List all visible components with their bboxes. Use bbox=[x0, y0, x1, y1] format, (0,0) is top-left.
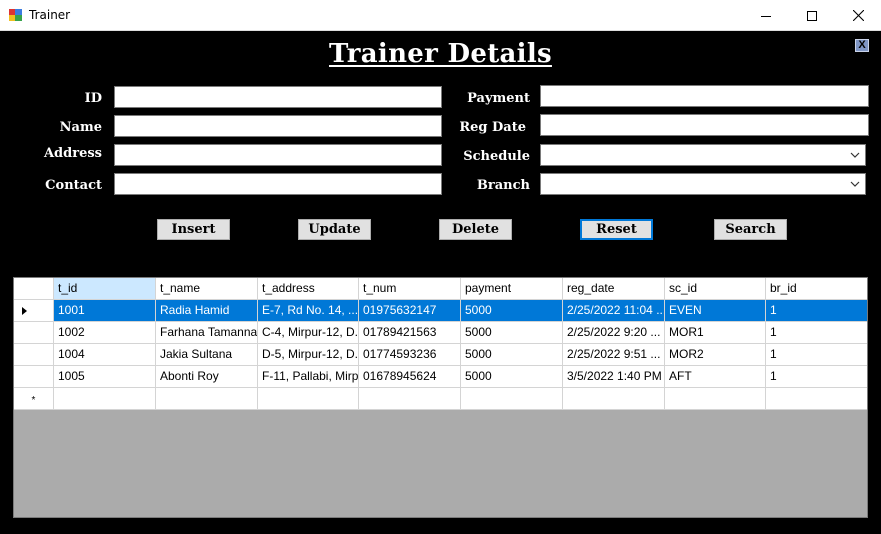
app-icon bbox=[9, 9, 22, 21]
row-header[interactable] bbox=[14, 344, 54, 366]
new-row-marker: * bbox=[14, 388, 54, 410]
table-cell[interactable] bbox=[156, 388, 258, 410]
table-cell[interactable]: AFT bbox=[665, 366, 766, 388]
column-header[interactable]: sc_id bbox=[665, 278, 766, 300]
row-header[interactable] bbox=[14, 322, 54, 344]
table-cell[interactable]: 01789421563 bbox=[359, 322, 461, 344]
table-cell[interactable]: 5000 bbox=[461, 344, 563, 366]
maximize-button[interactable] bbox=[789, 0, 835, 31]
chevron-down-icon bbox=[850, 152, 860, 158]
table-cell[interactable]: 1 bbox=[766, 344, 867, 366]
table-row[interactable]: 1004 Jakia Sultana D-5, Mirpur-12, D... … bbox=[14, 344, 867, 366]
table-cell[interactable]: 5000 bbox=[461, 366, 563, 388]
table-cell[interactable]: 1 bbox=[766, 366, 867, 388]
table-cell[interactable]: 1002 bbox=[54, 322, 156, 344]
table-cell[interactable]: D-5, Mirpur-12, D... bbox=[258, 344, 359, 366]
table-cell[interactable]: 1 bbox=[766, 300, 867, 322]
address-input[interactable] bbox=[114, 144, 442, 166]
maximize-icon bbox=[807, 10, 817, 21]
table-cell[interactable] bbox=[461, 388, 563, 410]
table-cell[interactable]: Abonti Roy bbox=[156, 366, 258, 388]
table-cell[interactable]: F-11, Pallabi, Mirp... bbox=[258, 366, 359, 388]
new-row[interactable]: * bbox=[14, 388, 867, 410]
table-cell[interactable]: Farhana Tamanna bbox=[156, 322, 258, 344]
update-button[interactable]: Update bbox=[298, 219, 371, 240]
column-header[interactable]: br_id bbox=[766, 278, 867, 300]
table-cell[interactable] bbox=[359, 388, 461, 410]
table-cell[interactable]: 5000 bbox=[461, 322, 563, 344]
row-header-corner bbox=[14, 278, 54, 300]
close-icon bbox=[852, 10, 864, 21]
table-cell[interactable]: Radia Hamid bbox=[156, 300, 258, 322]
table-cell[interactable]: Jakia Sultana bbox=[156, 344, 258, 366]
address-label: Address bbox=[43, 146, 102, 161]
page-title: Trainer Details bbox=[329, 39, 552, 69]
table-row[interactable]: 1002 Farhana Tamanna C-4, Mirpur-12, D..… bbox=[14, 322, 867, 344]
payment-label: Payment bbox=[467, 91, 530, 106]
table-cell[interactable]: 1001 bbox=[54, 300, 156, 322]
table-cell[interactable]: 01678945624 bbox=[359, 366, 461, 388]
table-cell[interactable]: 1005 bbox=[54, 366, 156, 388]
table-cell[interactable] bbox=[665, 388, 766, 410]
reg-date-input[interactable] bbox=[540, 114, 869, 136]
id-input[interactable] bbox=[114, 86, 442, 108]
table-cell[interactable]: EVEN bbox=[665, 300, 766, 322]
close-button[interactable] bbox=[835, 0, 881, 31]
table-row[interactable]: 1001 Radia Hamid E-7, Rd No. 14, ... 019… bbox=[14, 300, 867, 322]
minimize-icon bbox=[761, 15, 771, 17]
current-row-arrow-icon bbox=[22, 307, 27, 315]
branch-label: Branch bbox=[476, 178, 530, 193]
table-cell[interactable]: MOR2 bbox=[665, 344, 766, 366]
id-label: ID bbox=[84, 91, 102, 106]
chevron-down-icon bbox=[850, 181, 860, 187]
trainer-grid[interactable]: t_id t_name t_address t_num payment reg_… bbox=[13, 277, 868, 518]
table-cell[interactable] bbox=[563, 388, 665, 410]
table-cell[interactable]: C-4, Mirpur-12, D... bbox=[258, 322, 359, 344]
payment-input[interactable] bbox=[540, 85, 869, 107]
row-header[interactable] bbox=[14, 300, 54, 322]
table-cell[interactable]: 5000 bbox=[461, 300, 563, 322]
contact-input[interactable] bbox=[114, 173, 442, 195]
branch-dropdown[interactable] bbox=[540, 173, 866, 195]
insert-button[interactable]: Insert bbox=[157, 219, 230, 240]
table-cell[interactable] bbox=[258, 388, 359, 410]
table-cell[interactable]: 01975632147 bbox=[359, 300, 461, 322]
name-input[interactable] bbox=[114, 115, 442, 137]
grid-header: t_id t_name t_address t_num payment reg_… bbox=[14, 278, 867, 300]
table-cell[interactable]: 1 bbox=[766, 322, 867, 344]
search-button[interactable]: Search bbox=[714, 219, 787, 240]
row-header[interactable] bbox=[14, 366, 54, 388]
column-header[interactable]: t_name bbox=[156, 278, 258, 300]
table-cell[interactable] bbox=[766, 388, 867, 410]
schedule-label: Schedule bbox=[463, 149, 530, 164]
column-header[interactable]: t_address bbox=[258, 278, 359, 300]
table-cell[interactable]: 3/5/2022 1:40 PM bbox=[563, 366, 665, 388]
schedule-dropdown[interactable] bbox=[540, 144, 866, 166]
column-header[interactable]: t_id bbox=[54, 278, 156, 300]
window-title: Trainer bbox=[29, 8, 71, 22]
table-cell[interactable] bbox=[54, 388, 156, 410]
reg-date-label: Reg Date bbox=[459, 120, 526, 135]
name-label: Name bbox=[59, 120, 102, 135]
table-cell[interactable]: 2/25/2022 9:51 ... bbox=[563, 344, 665, 366]
table-row[interactable]: 1005 Abonti Roy F-11, Pallabi, Mirp... 0… bbox=[14, 366, 867, 388]
table-cell[interactable]: 01774593236 bbox=[359, 344, 461, 366]
title-bar: Trainer bbox=[0, 0, 881, 31]
delete-button[interactable]: Delete bbox=[439, 219, 512, 240]
reset-button[interactable]: Reset bbox=[580, 219, 653, 240]
table-cell[interactable]: 2/25/2022 9:20 ... bbox=[563, 322, 665, 344]
table-cell[interactable]: E-7, Rd No. 14, ... bbox=[258, 300, 359, 322]
column-header[interactable]: t_num bbox=[359, 278, 461, 300]
table-cell[interactable]: MOR1 bbox=[665, 322, 766, 344]
column-header[interactable]: reg_date bbox=[563, 278, 665, 300]
contact-label: Contact bbox=[45, 178, 102, 193]
trainer-form: X Trainer Details ID Name Address Contac… bbox=[0, 31, 881, 530]
table-cell[interactable]: 1004 bbox=[54, 344, 156, 366]
minimize-button[interactable] bbox=[743, 0, 789, 31]
column-header[interactable]: payment bbox=[461, 278, 563, 300]
table-cell[interactable]: 2/25/2022 11:04 ... bbox=[563, 300, 665, 322]
